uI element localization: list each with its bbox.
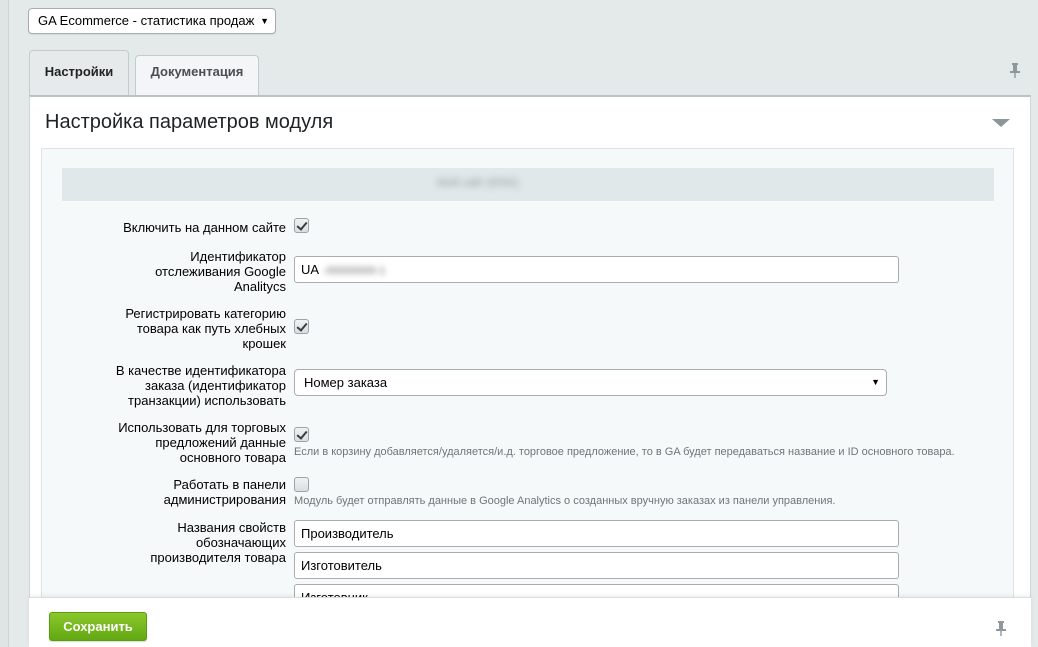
- save-button[interactable]: Сохранить: [49, 612, 147, 641]
- dropdown-caret-icon: ▼: [260, 16, 269, 26]
- pin-icon[interactable]: [1010, 62, 1020, 78]
- order-id-label: В качестве идентификатора заказа (иденти…: [115, 363, 286, 408]
- admin-checkbox[interactable]: [294, 477, 309, 492]
- order-id-select[interactable]: Номер заказа ▼: [294, 369, 887, 396]
- dropdown-caret-icon: ▼: [871, 377, 880, 387]
- manufacturer-input-2[interactable]: Изготовитель: [294, 552, 899, 579]
- manufacturer-value-1: Производитель: [301, 526, 394, 541]
- manufacturer-label: Названия свойств обозначающих производит…: [150, 520, 286, 565]
- tracking-id-input[interactable]: UA -00000000-1: [294, 256, 899, 283]
- tracking-id-prefix: UA: [301, 262, 320, 277]
- site-group-header-text: Мой сайт (ENG): [437, 177, 519, 189]
- tracking-id-label: Идентификатор отслеживания Google Analit…: [155, 249, 286, 294]
- settings-form: Мой сайт (ENG) Включить на данном сайте …: [41, 148, 1014, 611]
- offers-hint: Если в корзину добавляется/удаляется/и.д…: [294, 446, 955, 458]
- tab-documentation[interactable]: Документация: [135, 55, 259, 95]
- settings-panel: Настройка параметров модуля Мой сайт (EN…: [29, 95, 1031, 611]
- manufacturer-input-1[interactable]: Производитель: [294, 520, 899, 547]
- pin-icon[interactable]: [996, 620, 1006, 636]
- tab-settings[interactable]: Настройки: [29, 50, 129, 96]
- tracking-id-rest: -00000000-1: [323, 265, 386, 277]
- footer-bar: Сохранить: [29, 597, 1031, 647]
- left-strip: [0, 0, 9, 647]
- admin-label: Работать в панели администрирования: [163, 477, 286, 507]
- admin-hint: Модуль будет отправлять данные в Google …: [294, 495, 836, 507]
- enable-label: Включить на данном сайте: [123, 220, 286, 235]
- offers-checkbox[interactable]: [294, 427, 309, 442]
- collapse-arrow-icon[interactable]: [992, 119, 1010, 127]
- enable-checkbox[interactable]: [294, 218, 309, 233]
- site-group-header: Мой сайт (ENG): [62, 168, 994, 201]
- module-select[interactable]: GA Ecommerce - статистика продаж ▼: [28, 8, 276, 34]
- breadcrumbs-checkbox[interactable]: [294, 319, 309, 334]
- offers-label: Использовать для торговых предложений да…: [118, 420, 286, 465]
- breadcrumbs-label: Регистрировать категорию товара как путь…: [125, 306, 286, 351]
- manufacturer-value-2: Изготовитель: [301, 558, 382, 573]
- module-select-value: GA Ecommerce - статистика продаж: [38, 13, 255, 28]
- panel-title: Настройка параметров модуля: [45, 111, 334, 133]
- order-id-select-value: Номер заказа: [304, 375, 388, 390]
